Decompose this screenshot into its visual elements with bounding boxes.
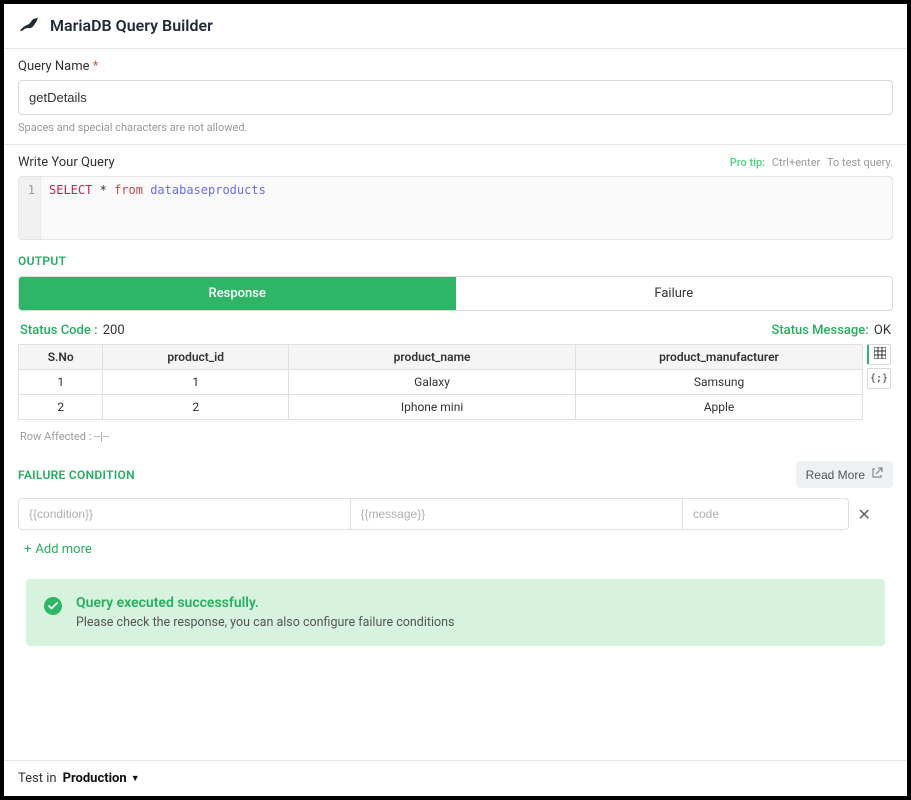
cell: Iphone mini — [289, 395, 576, 420]
window-frame: MariaDB Query Builder Query Name * Space… — [0, 0, 911, 800]
col-product-name: product_name — [289, 345, 576, 370]
query-name-input[interactable] — [18, 80, 893, 115]
col-sno: S.No — [19, 345, 103, 370]
query-editor-label: Write Your Query — [18, 155, 115, 170]
banner-subtitle: Please check the response, you can also … — [76, 615, 454, 630]
output-section-label: OUTPUT — [18, 254, 893, 268]
pro-tip-label: Pro tip: — [730, 156, 765, 169]
check-circle-icon — [44, 597, 62, 615]
token-select: SELECT — [49, 183, 92, 197]
read-more-button[interactable]: Read More — [796, 461, 893, 488]
page-title: MariaDB Query Builder — [50, 16, 213, 35]
line-number: 1 — [19, 183, 35, 197]
environment-value: Production — [63, 771, 127, 786]
json-braces-icon: {;} — [870, 373, 888, 384]
cell: 1 — [19, 370, 103, 395]
add-more-label: Add more — [35, 542, 91, 557]
table-row[interactable]: 1 1 Galaxy Samsung — [19, 370, 863, 395]
tab-response[interactable]: Response — [19, 277, 456, 310]
query-name-label-text: Query Name — [18, 59, 90, 74]
table-grid-icon — [874, 347, 886, 362]
output-tabs: Response Failure — [18, 276, 893, 311]
cell: 2 — [103, 395, 289, 420]
query-name-helper: Spaces and special characters are not al… — [18, 121, 893, 134]
condition-input[interactable] — [18, 498, 351, 530]
environment-dropdown[interactable]: Production ▼ — [63, 771, 140, 786]
banner-title: Query executed successfully. — [76, 595, 454, 611]
cell: 2 — [19, 395, 103, 420]
view-toggle-group: {;} — [867, 344, 893, 420]
cell: Apple — [576, 395, 863, 420]
status-code-value: 200 — [103, 323, 125, 338]
cell: Samsung — [576, 370, 863, 395]
code-input[interactable] — [683, 498, 849, 530]
plus-icon: + — [24, 542, 31, 557]
success-banner: Query executed successfully. Please chec… — [26, 579, 885, 646]
content-area: Query Name * Spaces and special characte… — [4, 49, 907, 760]
token-identifier: databaseproducts — [150, 183, 266, 197]
status-row: Status Code : 200 Status Message: OK — [20, 323, 891, 338]
result-table-wrap: S.No product_id product_name product_man… — [18, 344, 893, 420]
tab-failure[interactable]: Failure — [456, 277, 893, 310]
sql-editor[interactable]: 1 SELECT * from databaseproducts — [18, 176, 893, 240]
close-icon: ✕ — [858, 505, 871, 524]
query-name-label: Query Name * — [18, 59, 893, 74]
read-more-label: Read More — [806, 468, 865, 482]
editor-gutter: 1 — [19, 177, 41, 239]
divider — [4, 144, 907, 145]
token-from: from — [114, 183, 143, 197]
table-view-toggle[interactable] — [867, 344, 891, 365]
external-link-icon — [871, 467, 883, 482]
pro-tip-key: Ctrl+enter — [772, 156, 820, 169]
add-more-button[interactable]: + Add more — [24, 542, 893, 557]
mariadb-logo-icon — [18, 14, 40, 36]
caret-down-icon: ▼ — [131, 773, 140, 784]
editor-body[interactable]: SELECT * from databaseproducts — [41, 177, 892, 239]
status-code-label: Status Code : — [20, 323, 98, 338]
col-product-manufacturer: product_manufacturer — [576, 345, 863, 370]
remove-condition-button[interactable]: ✕ — [849, 505, 879, 524]
cell: Galaxy — [289, 370, 576, 395]
failure-condition-row: ✕ — [18, 498, 893, 530]
status-message-label: Status Message: — [771, 323, 868, 338]
required-asterisk: * — [93, 59, 99, 74]
json-view-toggle[interactable]: {;} — [867, 368, 891, 389]
header: MariaDB Query Builder — [4, 4, 907, 49]
footer-test-in-label: Test in — [18, 771, 57, 786]
result-table: S.No product_id product_name product_man… — [18, 344, 863, 420]
message-input[interactable] — [351, 498, 684, 530]
failure-condition-label: FAILURE CONDITION — [18, 468, 135, 482]
pro-tip-suffix: To test query. — [827, 156, 893, 169]
table-row[interactable]: 2 2 Iphone mini Apple — [19, 395, 863, 420]
rows-affected-text: Row Affected : --|-- — [20, 430, 893, 443]
footer: Test in Production ▼ — [4, 760, 907, 796]
table-header-row: S.No product_id product_name product_man… — [19, 345, 863, 370]
cell: 1 — [103, 370, 289, 395]
pro-tip: Pro tip: Ctrl+enter To test query. — [730, 156, 893, 169]
col-product-id: product_id — [103, 345, 289, 370]
token-star: * — [100, 183, 107, 197]
status-message-value: OK — [874, 323, 891, 338]
